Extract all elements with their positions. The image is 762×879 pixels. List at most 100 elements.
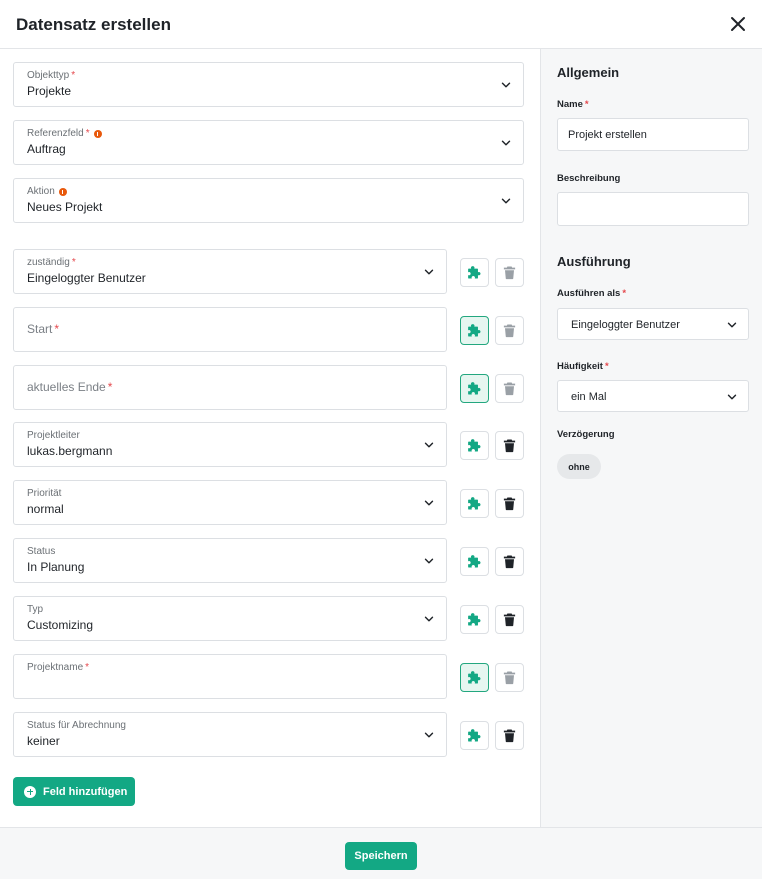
delete-field-button[interactable] [495, 431, 524, 460]
chevron-down-icon [424, 498, 434, 508]
puzzle-icon [467, 728, 482, 743]
puzzle-icon [467, 496, 482, 511]
field-type[interactable]: Typ Customizing [13, 596, 447, 641]
reference-field-label: Referenzfeld [27, 128, 84, 139]
frequency-label: Häufigkeit [557, 361, 603, 372]
field-label: zuständig [27, 257, 70, 268]
field-label: Status für Abrechnung [27, 720, 126, 731]
name-input[interactable]: Projekt erstellen [557, 118, 749, 151]
trash-icon [502, 381, 517, 396]
delete-field-button[interactable] [495, 547, 524, 576]
chevron-down-icon [424, 730, 434, 740]
placeholder-button[interactable] [460, 663, 489, 692]
dialog-title: Datensatz erstellen [16, 15, 171, 34]
reference-field-select[interactable]: Referenzfeld * Auftrag [13, 120, 524, 165]
placeholder-button[interactable] [460, 258, 489, 287]
trash-icon [502, 265, 517, 280]
field-project-lead[interactable]: Projektleiter lukas.bergmann [13, 422, 447, 467]
info-icon[interactable] [58, 187, 67, 196]
objecttype-label: Objekttyp [27, 70, 70, 81]
chevron-down-icon [501, 196, 511, 206]
required-marker: * [85, 662, 90, 673]
chevron-down-icon [501, 138, 511, 148]
trash-icon [502, 496, 517, 511]
reference-field-value: Auftrag [27, 142, 66, 156]
placeholder-button[interactable] [460, 431, 489, 460]
objecttype-select[interactable]: Objekttyp * Projekte [13, 62, 524, 107]
trash-icon [502, 554, 517, 569]
name-value: Projekt erstellen [568, 129, 647, 141]
placeholder-button[interactable] [460, 721, 489, 750]
description-input[interactable] [557, 192, 749, 226]
action-select[interactable]: Aktion Neues Projekt [13, 178, 524, 223]
puzzle-icon [467, 554, 482, 569]
settings-panel: Allgemein Name * Projekt erstellen Beschr… [540, 49, 762, 827]
delete-field-button[interactable] [495, 605, 524, 634]
chevron-down-icon [424, 440, 434, 450]
run-as-select[interactable]: Eingeloggter Benutzer [557, 308, 749, 340]
placeholder-button[interactable] [460, 374, 489, 403]
placeholder-button[interactable] [460, 547, 489, 576]
delete-field-button[interactable] [495, 663, 524, 692]
general-section-title: Allgemein [557, 65, 620, 80]
field-label: Typ [27, 604, 44, 615]
trash-icon [502, 670, 517, 685]
frequency-select[interactable]: ein Mal [557, 380, 749, 412]
field-current-end[interactable]: aktuelles Ende * [13, 365, 447, 410]
field-project-name[interactable]: Projektname * [13, 654, 447, 699]
field-value: In Planung [27, 560, 85, 574]
save-button[interactable]: Speichern [345, 842, 417, 870]
close-icon[interactable] [726, 12, 750, 36]
required-marker: * [54, 322, 60, 336]
field-label: Priorität [27, 488, 62, 499]
field-status[interactable]: Status In Planung [13, 538, 447, 583]
placeholder-button[interactable] [460, 316, 489, 345]
puzzle-icon [467, 323, 482, 338]
chevron-down-icon [424, 556, 434, 566]
add-field-label: Feld hinzufügen [43, 785, 128, 798]
run-as-label: Ausführen als [557, 288, 621, 299]
placeholder-button[interactable] [460, 489, 489, 518]
chevron-down-icon [727, 320, 737, 330]
field-start[interactable]: Start * [13, 307, 447, 352]
puzzle-icon [467, 265, 482, 280]
delete-field-button[interactable] [495, 374, 524, 403]
required-marker: * [622, 288, 627, 299]
chevron-down-icon [424, 614, 434, 624]
frequency-value: ein Mal [571, 391, 607, 403]
field-value: keiner [27, 734, 60, 748]
run-as-value: Eingeloggter Benutzer [571, 319, 680, 331]
dialog-footer: Speichern [0, 827, 762, 879]
required-marker: * [71, 257, 76, 268]
chevron-down-icon [727, 392, 737, 402]
field-label: Start [27, 322, 53, 336]
objecttype-value: Projekte [27, 84, 72, 98]
field-value: normal [27, 502, 64, 516]
puzzle-icon [467, 670, 482, 685]
trash-icon [502, 728, 517, 743]
execution-section-title: Ausführung [557, 254, 631, 269]
delay-chip[interactable]: ohne [557, 454, 601, 479]
placeholder-button[interactable] [460, 605, 489, 634]
required-marker: * [85, 128, 90, 139]
required-marker: * [107, 380, 113, 394]
field-value: lukas.bergmann [27, 444, 113, 458]
add-field-button[interactable]: Feld hinzufügen [13, 777, 135, 806]
required-marker: * [604, 361, 609, 372]
field-value: Customizing [27, 618, 94, 632]
plus-circle-icon [24, 785, 36, 798]
puzzle-icon [467, 438, 482, 453]
field-label: aktuelles Ende [27, 380, 106, 394]
field-value: Eingeloggter Benutzer [27, 271, 146, 285]
field-billing-status[interactable]: Status für Abrechnung keiner [13, 712, 447, 757]
dialog-header: Datensatz erstellen [0, 0, 762, 49]
delete-field-button[interactable] [495, 316, 524, 345]
delete-field-button[interactable] [495, 721, 524, 750]
delete-field-button[interactable] [495, 489, 524, 518]
field-priority[interactable]: Priorität normal [13, 480, 447, 525]
field-responsible[interactable]: zuständig * Eingeloggter Benutzer [13, 249, 447, 294]
delete-field-button[interactable] [495, 258, 524, 287]
info-icon[interactable] [93, 129, 102, 138]
required-marker: * [71, 70, 76, 81]
puzzle-icon [467, 612, 482, 627]
